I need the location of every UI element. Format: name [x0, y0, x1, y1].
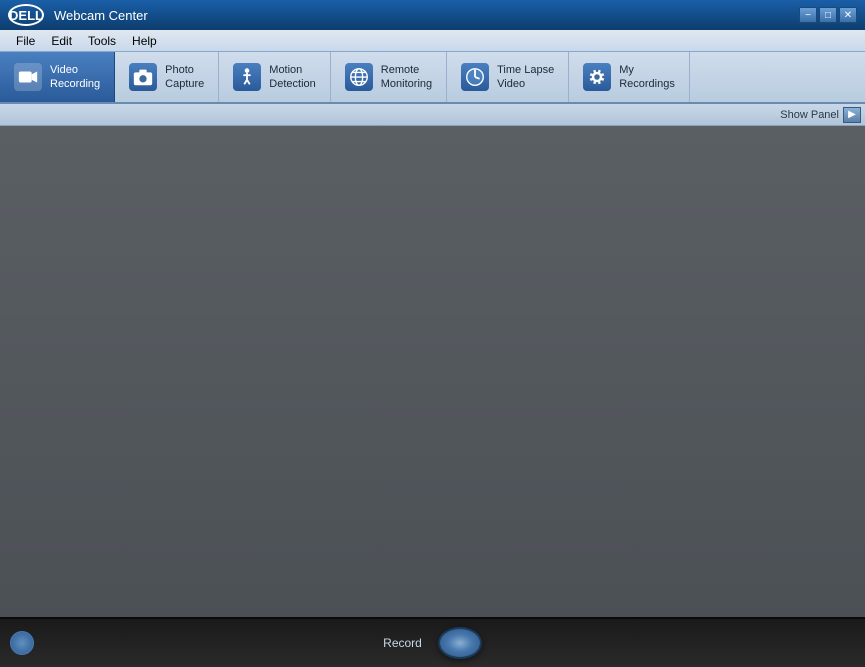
menu-bar: File Edit Tools Help [0, 30, 865, 52]
my-recordings-icon [583, 63, 611, 91]
maximize-button[interactable]: □ [819, 7, 837, 23]
menu-file[interactable]: File [8, 32, 43, 50]
show-panel-label: Show Panel [780, 109, 839, 121]
tab-remote-monitoring-label: Remote Monitoring [381, 63, 432, 92]
remote-monitoring-icon [345, 63, 373, 91]
tab-time-lapse-label: Time Lapse Video [497, 63, 554, 92]
close-button[interactable]: ✕ [839, 7, 857, 23]
menu-tools[interactable]: Tools [80, 32, 124, 50]
show-panel-bar: Show Panel ▶ [0, 104, 865, 126]
tab-video-recording[interactable]: Video Recording [0, 52, 115, 102]
menu-edit[interactable]: Edit [43, 32, 80, 50]
bottom-bar: Record [0, 617, 865, 667]
record-label: Record [383, 636, 422, 650]
record-button[interactable] [438, 627, 482, 659]
minimize-button[interactable]: − [799, 7, 817, 23]
dell-logo: DELL [8, 4, 44, 26]
menu-help[interactable]: Help [124, 32, 165, 50]
title-bar: DELL Webcam Center − □ ✕ [0, 0, 865, 30]
main-content-area [0, 126, 865, 667]
video-recording-icon [14, 63, 42, 91]
window-controls: − □ ✕ [799, 7, 857, 23]
tab-motion-detection[interactable]: Motion Detection [219, 52, 330, 102]
tab-photo-capture[interactable]: Photo Capture [115, 52, 219, 102]
motion-detection-icon [233, 63, 261, 91]
toolbar: Video Recording Photo Capture [0, 52, 865, 104]
bottom-left-indicator [10, 631, 34, 655]
app-title: Webcam Center [54, 8, 799, 23]
tab-my-recordings[interactable]: My Recordings [569, 52, 690, 102]
time-lapse-icon [461, 63, 489, 91]
tab-remote-monitoring[interactable]: Remote Monitoring [331, 52, 447, 102]
show-panel-button[interactable]: ▶ [843, 107, 861, 123]
tab-time-lapse[interactable]: Time Lapse Video [447, 52, 569, 102]
tab-photo-capture-label: Photo Capture [165, 63, 204, 92]
tab-motion-detection-label: Motion Detection [269, 63, 315, 92]
tab-my-recordings-label: My Recordings [619, 63, 675, 92]
tab-video-recording-label: Video Recording [50, 63, 100, 92]
photo-capture-icon [129, 63, 157, 91]
